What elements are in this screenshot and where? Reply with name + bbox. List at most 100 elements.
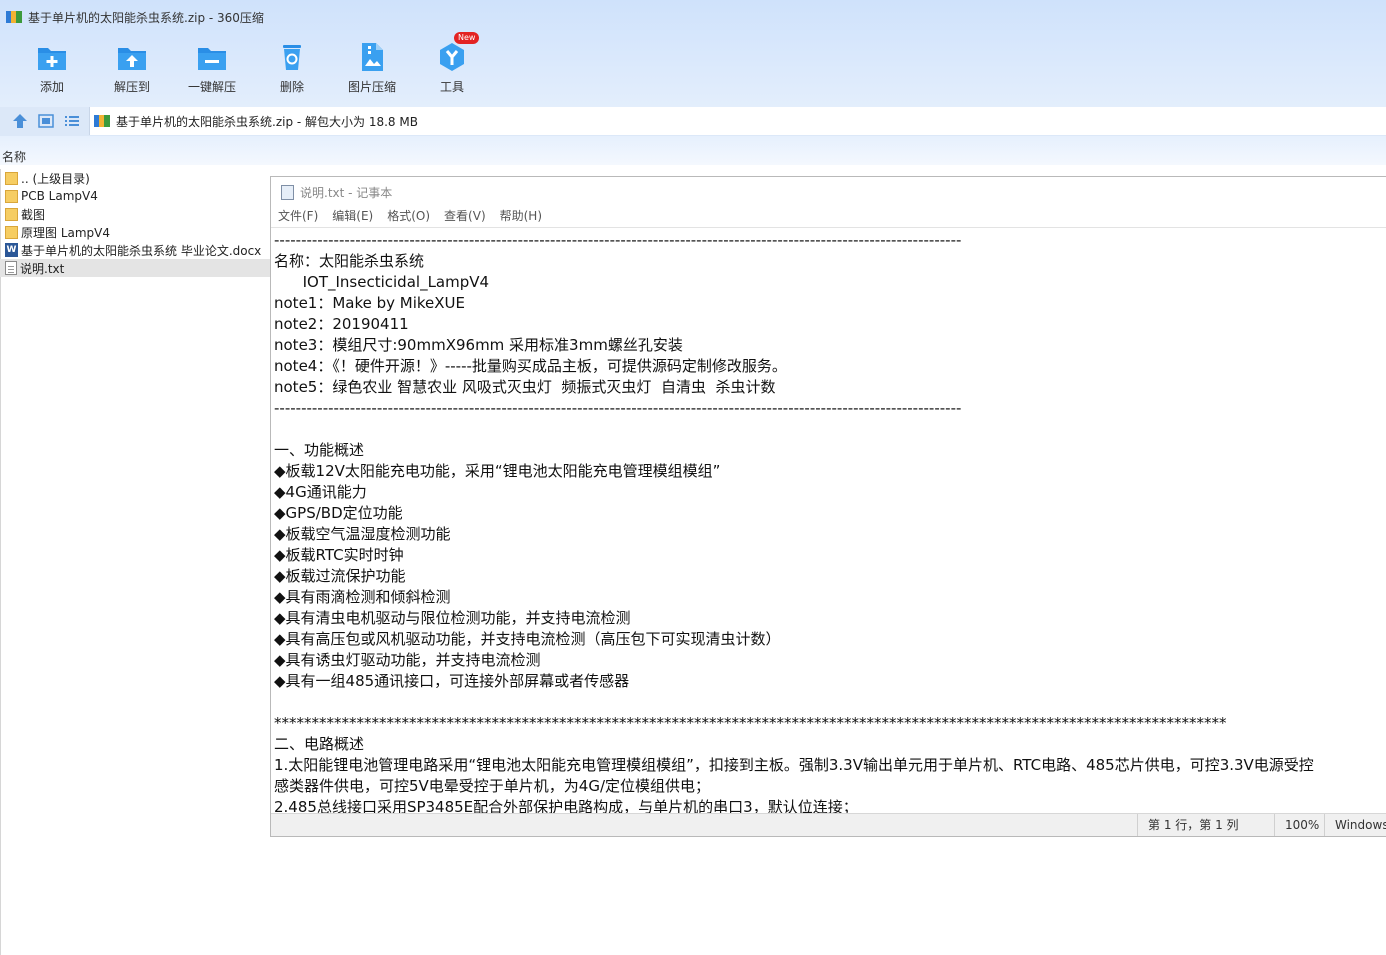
- text-line: ◆板载RTC实时时钟: [274, 546, 404, 564]
- folder-icon: [5, 207, 18, 221]
- list-item[interactable]: .. (上级目录): [0, 169, 270, 187]
- menu-format[interactable]: 格式(O): [387, 207, 430, 227]
- arrow-up-icon: [13, 114, 27, 128]
- one-click-extract-icon: [198, 48, 226, 70]
- text-line: note5：绿色农业 智慧农业 风吸式灭虫灯 频振式灭虫灯 自清虫 杀虫计数: [274, 378, 776, 396]
- tools-icon: [440, 43, 464, 71]
- column-header: 名称: [0, 136, 1386, 165]
- text-line: 1.太阳能锂电池管理电路采用“锂电池太阳能充电管理模组模组”，扣接到主板。强制3…: [274, 756, 1314, 774]
- text-line: 感类器件供电，可控5V电晕受控于单片机，为4G/定位模组供电；: [274, 777, 711, 795]
- text-line: note1：Make by MikeXUE: [274, 294, 466, 312]
- text-file-icon: [5, 261, 17, 275]
- delete-button-label: 删除: [279, 80, 304, 94]
- text-line: 名称：太阳能杀虫系统: [274, 252, 425, 270]
- notepad-title-bar[interactable]: 说明.txt - 记事本: [271, 177, 1386, 207]
- text-line: ◆4G通讯能力: [274, 483, 367, 501]
- menu-edit[interactable]: 编辑(E): [332, 207, 373, 227]
- divider: [271, 227, 1386, 228]
- list-item[interactable]: W 基于单片机的太阳能杀虫系统 毕业论文.docx: [0, 241, 270, 259]
- thumbnail-view-button[interactable]: [36, 112, 56, 130]
- list-item-name: .. (上级目录): [21, 171, 90, 186]
- add-button-label: 添加: [39, 80, 64, 94]
- text-line: ----------------------------------------…: [274, 399, 962, 417]
- one-click-extract-label: 一键解压: [187, 80, 236, 94]
- text-line: 一、功能概述: [274, 441, 365, 459]
- column-name-header[interactable]: 名称: [2, 148, 26, 165]
- folder-icon: [5, 189, 18, 203]
- address-field[interactable]: 基于单片机的太阳能杀虫系统.zip - 解包大小为 18.8 MB: [89, 107, 1386, 135]
- tools-button[interactable]: New 工具: [412, 32, 492, 100]
- list-item-name: 说明.txt: [20, 261, 65, 276]
- image-compress-icon: [362, 43, 383, 71]
- notepad-window: 说明.txt - 记事本 文件(F) 编辑(E) 格式(O) 查看(V) 帮助(…: [270, 176, 1386, 837]
- delete-icon: [283, 45, 301, 70]
- image-compress-button[interactable]: 图片压缩: [332, 36, 412, 100]
- window-title: 基于单片机的太阳能杀虫系统.zip - 360压缩: [28, 10, 264, 25]
- file-list: .. (上级目录) PCB LampV4 截图 原理图 LampV4 W 基于单…: [0, 169, 270, 277]
- tools-button-label: 工具: [439, 80, 464, 94]
- list-item-name: 截图: [21, 207, 46, 222]
- list-item-name: 原理图 LampV4: [21, 225, 111, 240]
- text-line: ◆具有诱虫灯驱动功能，并支持电流检测: [274, 651, 541, 669]
- text-line: note3：模组尺寸:90mmX96mm 采用标准3mm螺丝孔安装: [274, 336, 683, 354]
- image-compress-label: 图片压缩: [347, 80, 396, 94]
- text-line: ◆板载过流保护功能: [274, 567, 406, 585]
- text-line: ****************************************…: [274, 714, 1227, 732]
- extract-to-button[interactable]: 解压到: [92, 36, 172, 100]
- text-line: ----------------------------------------…: [274, 231, 962, 249]
- menu-help[interactable]: 帮助(H): [500, 207, 542, 227]
- list-item[interactable]: 截图: [0, 205, 270, 223]
- text-line: ◆板载空气温湿度检测功能: [274, 525, 451, 543]
- text-line: ◆具有一组485通讯接口，可连接外部屏幕或者传感器: [274, 672, 630, 690]
- notepad-text-area[interactable]: ----------------------------------------…: [274, 230, 1384, 815]
- text-line: ◆具有清虫电机驱动与限位检测功能，并支持电流检测: [274, 609, 631, 627]
- add-icon: [38, 48, 66, 70]
- address-text: 基于单片机的太阳能杀虫系统.zip - 解包大小为 18.8 MB: [116, 114, 418, 129]
- nav-buttons: [10, 112, 82, 130]
- list-view-icon: [65, 116, 79, 126]
- list-item-name: PCB LampV4: [21, 189, 98, 203]
- notepad-menu-bar: 文件(F) 编辑(E) 格式(O) 查看(V) 帮助(H): [271, 207, 1386, 227]
- notepad-icon: [281, 184, 294, 200]
- thumbnail-view-icon: [38, 114, 54, 128]
- list-item-selected[interactable]: 说明.txt: [0, 259, 270, 277]
- list-item[interactable]: 原理图 LampV4: [0, 223, 270, 241]
- zip-archive-icon: [94, 114, 110, 128]
- notepad-status-bar: 第 1 行，第 1 列 100% Windows (CRLF): [271, 813, 1386, 836]
- text-line: ◆GPS/BD定位功能: [274, 504, 403, 522]
- extract-to-icon: [118, 48, 146, 70]
- address-bar: 基于单片机的太阳能杀虫系统.zip - 解包大小为 18.8 MB: [0, 107, 1386, 136]
- menu-view[interactable]: 查看(V): [444, 207, 486, 227]
- main-toolbar: 添加 解压到 一键解压 删除 图片压缩 New 工具: [12, 32, 492, 100]
- notepad-title: 说明.txt - 记事本: [300, 185, 393, 200]
- text-line: ◆具有雨滴检测和倾斜检测: [274, 588, 451, 606]
- add-button[interactable]: 添加: [12, 36, 92, 100]
- title-bar: 基于单片机的太阳能杀虫系统.zip - 360压缩: [6, 8, 264, 26]
- folder-icon: [5, 225, 18, 239]
- text-line: [274, 419, 1384, 440]
- menu-file[interactable]: 文件(F): [278, 207, 318, 227]
- text-line: note4：《！硬件开源！》-----批量购买成品主板，可提供源码定制修改服务。: [274, 357, 787, 375]
- zip-archive-icon: [6, 10, 22, 24]
- text-line: [274, 692, 1384, 713]
- divider: [0, 169, 1, 955]
- text-line: 二、电路概述: [274, 735, 365, 753]
- extract-to-button-label: 解压到: [113, 80, 150, 94]
- delete-button[interactable]: 删除: [252, 36, 332, 100]
- list-item-name: 基于单片机的太阳能杀虫系统 毕业论文.docx: [21, 243, 262, 258]
- zoom-level: 100%: [1274, 814, 1327, 836]
- text-line: IOT_Insecticidal_LampV4: [274, 273, 490, 291]
- line-ending: Windows (CRLF): [1324, 814, 1386, 836]
- list-view-button[interactable]: [62, 112, 82, 130]
- cursor-position: 第 1 行，第 1 列: [1137, 814, 1264, 836]
- word-doc-icon: W: [5, 243, 18, 257]
- folder-up-icon: [5, 171, 18, 185]
- top-toolbar-area: 基于单片机的太阳能杀虫系统.zip - 360压缩 添加 解压到 一键解压 删除…: [0, 0, 1386, 107]
- text-line: ◆具有高压包或风机驱动功能，并支持电流检测（高压包下可实现清虫计数）: [274, 630, 781, 648]
- one-click-extract-button[interactable]: 一键解压: [172, 36, 252, 100]
- text-line: note2：20190411: [274, 315, 409, 333]
- up-level-button[interactable]: [10, 112, 30, 130]
- list-item[interactable]: PCB LampV4: [0, 187, 270, 205]
- new-badge: New: [454, 32, 480, 44]
- text-line: ◆板载12V太阳能充电功能，采用“锂电池太阳能充电管理模组模组”: [274, 462, 721, 480]
